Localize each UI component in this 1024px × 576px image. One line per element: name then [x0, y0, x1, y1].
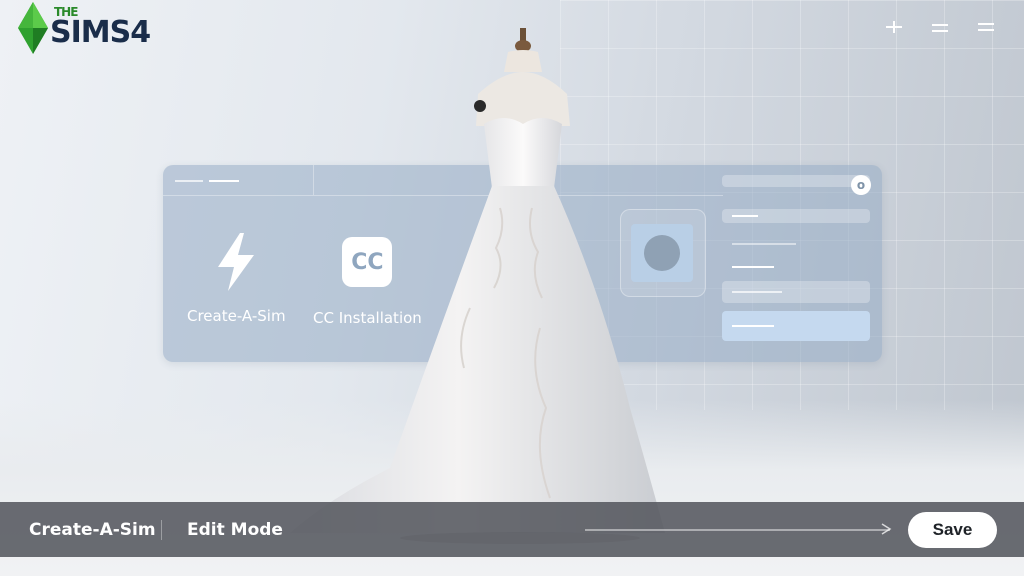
bottom-bar: Create-A-Sim Edit Mode Save — [0, 502, 1024, 557]
nav-divider — [161, 520, 162, 540]
lightning-icon — [218, 233, 255, 291]
option-row[interactable] — [722, 175, 870, 187]
plus-icon[interactable] — [884, 18, 904, 36]
menu-icon[interactable] — [976, 18, 996, 36]
logo-name: SIMS4 — [50, 15, 151, 50]
sims-logo: THE SIMS4 — [18, 2, 151, 54]
minimize-icon[interactable] — [930, 18, 950, 36]
window-controls — [884, 18, 996, 36]
option-row[interactable] — [722, 233, 870, 255]
tab-indicator-active — [209, 180, 239, 182]
logo-wordmark: THE SIMS4 — [50, 6, 151, 50]
edit-mode-nav[interactable]: Edit Mode — [187, 520, 283, 540]
option-row-selected[interactable] — [722, 311, 870, 341]
option-row[interactable] — [722, 281, 870, 303]
close-icon[interactable]: o — [851, 175, 871, 195]
wedding-dress-image — [290, 28, 665, 544]
save-button[interactable]: Save — [908, 512, 997, 548]
logo-the: THE — [54, 5, 78, 19]
create-a-sim-nav[interactable]: Create-A-Sim — [29, 520, 156, 540]
arrow-right-icon — [880, 522, 892, 540]
option-row[interactable] — [722, 209, 870, 223]
progress-arrow-line — [585, 529, 890, 531]
plumbob-icon — [18, 2, 48, 54]
tab-indicator — [175, 180, 203, 182]
option-row[interactable] — [722, 257, 870, 277]
